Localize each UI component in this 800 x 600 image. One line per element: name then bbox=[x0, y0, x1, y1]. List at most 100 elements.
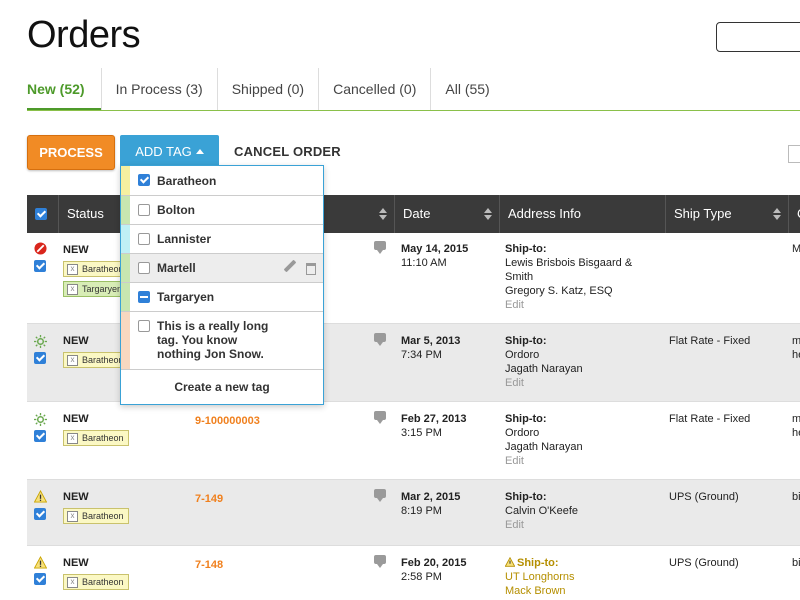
address-info: Ship-to: UT Longhorns Mack Brown bbox=[504, 556, 655, 598]
order-number-link[interactable]: 7-148 bbox=[195, 559, 223, 571]
tag-checkbox[interactable] bbox=[138, 174, 150, 186]
date-value: May 14, 2015 bbox=[401, 243, 469, 255]
address-line: Lewis Brisbois Bisgaard & bbox=[505, 257, 633, 269]
row-checkbox[interactable] bbox=[34, 430, 46, 442]
address-line: Smith bbox=[505, 271, 534, 283]
row-checkbox[interactable] bbox=[34, 508, 46, 520]
tab-shipped[interactable]: Shipped (0) bbox=[216, 68, 318, 110]
header-date[interactable]: Date bbox=[394, 195, 499, 233]
tag-checkbox[interactable] bbox=[138, 291, 150, 303]
tag-color-swatch bbox=[121, 312, 130, 369]
tag-checkbox[interactable] bbox=[138, 262, 150, 274]
ship-to-label: Ship-to: bbox=[505, 335, 547, 347]
tag-checkbox[interactable] bbox=[138, 320, 150, 332]
row-checkbox[interactable] bbox=[34, 260, 46, 272]
tag-checkbox[interactable] bbox=[138, 233, 150, 245]
tab-all[interactable]: All (55) bbox=[430, 68, 503, 110]
ship-type: UPS (Ground) bbox=[669, 491, 739, 503]
search-input[interactable] bbox=[716, 22, 800, 52]
ship-type: Flat Rate - Fixed bbox=[669, 335, 751, 347]
status-text: NEW bbox=[63, 491, 89, 503]
tag-badge[interactable]: Baratheon bbox=[63, 430, 129, 446]
tag-option-label: Lannister bbox=[157, 232, 212, 246]
table-row[interactable]: NEW Baratheon 7-149 Mar 2, 2015 8:19 PM S… bbox=[27, 480, 800, 546]
edit-address-link[interactable]: Edit bbox=[505, 518, 655, 532]
status-text: NEW bbox=[63, 413, 89, 425]
order-number-link[interactable]: 7-149 bbox=[195, 493, 223, 505]
row-checkbox[interactable] bbox=[34, 352, 46, 364]
time-value: 2:58 PM bbox=[401, 571, 442, 583]
comment-icon[interactable] bbox=[374, 241, 386, 254]
tag-option-label: Targaryen bbox=[157, 290, 215, 304]
address-line: Mack Brown bbox=[505, 585, 566, 597]
address-line: Ordoro bbox=[505, 427, 540, 439]
add-tag-button[interactable]: ADD TAG bbox=[120, 135, 219, 167]
page-icon[interactable] bbox=[788, 145, 800, 163]
tab-in-process[interactable]: In Process (3) bbox=[100, 68, 217, 110]
next-column-value: m he bbox=[792, 413, 800, 439]
tag-option-lannister[interactable]: Lannister bbox=[121, 225, 323, 254]
tag-color-swatch bbox=[121, 166, 130, 195]
tag-badge[interactable]: Baratheon bbox=[63, 261, 129, 277]
header-ship-type-label: Ship Type bbox=[674, 206, 732, 221]
cancel-order-button[interactable]: CANCEL ORDER bbox=[234, 144, 341, 159]
tag-option-long[interactable]: This is a really long tag. You know noth… bbox=[121, 312, 323, 370]
date-value: Feb 20, 2015 bbox=[401, 557, 467, 569]
edit-address-link[interactable]: Edit bbox=[505, 298, 655, 312]
header-next[interactable]: C bbox=[788, 195, 800, 233]
tab-new[interactable]: New (52) bbox=[27, 68, 101, 110]
edit-address-link[interactable]: Edit bbox=[505, 376, 655, 390]
sort-icon bbox=[379, 208, 387, 220]
header-address[interactable]: Address Info bbox=[499, 195, 665, 233]
table-row[interactable]: NEW Baratheon 7-148 Feb 20, 20152:58 PM … bbox=[27, 546, 800, 600]
tag-option-targaryen[interactable]: Targaryen bbox=[121, 283, 323, 312]
edit-address-link[interactable]: Edit bbox=[505, 454, 655, 468]
header-ship-type[interactable]: Ship Type bbox=[665, 195, 788, 233]
trash-icon[interactable] bbox=[306, 262, 316, 275]
status-text: NEW bbox=[63, 557, 89, 569]
tag-option-martell[interactable]: Martell bbox=[121, 254, 323, 283]
address-info: Ship-to: Ordoro Jagath Narayan Edit bbox=[505, 412, 655, 468]
process-button[interactable]: PROCESS bbox=[27, 135, 115, 170]
create-new-tag-button[interactable]: Create a new tag bbox=[121, 371, 323, 404]
next-column-value: M bbox=[792, 243, 800, 255]
tag-badge[interactable]: Targaryen bbox=[63, 281, 128, 297]
comment-icon[interactable] bbox=[374, 489, 386, 502]
pencil-icon[interactable] bbox=[283, 259, 297, 273]
add-tag-label: ADD TAG bbox=[135, 144, 192, 159]
sort-icon bbox=[773, 208, 781, 220]
header-address-label: Address Info bbox=[508, 206, 581, 221]
next-column-value: bi bbox=[792, 557, 800, 569]
tag-badge[interactable]: Baratheon bbox=[63, 508, 129, 524]
tag-badge[interactable]: Baratheon bbox=[63, 574, 129, 590]
page-title: Orders bbox=[27, 14, 141, 56]
select-all-cell bbox=[27, 195, 58, 233]
time-value: 7:34 PM bbox=[401, 349, 442, 361]
tag-option-bolton[interactable]: Bolton bbox=[121, 196, 323, 225]
tag-color-swatch bbox=[121, 225, 130, 253]
warning-icon bbox=[34, 490, 47, 503]
comment-icon[interactable] bbox=[374, 333, 386, 346]
comment-icon[interactable] bbox=[374, 555, 386, 568]
ship-to-label: Ship-to: bbox=[505, 413, 547, 425]
tag-color-swatch bbox=[121, 254, 130, 282]
ship-to-label: Ship-to: bbox=[505, 491, 547, 503]
next-column-value: m he bbox=[792, 335, 800, 361]
address-line: Ordoro bbox=[505, 349, 540, 361]
sun-icon bbox=[34, 335, 47, 348]
order-date: Mar 2, 2015 8:19 PM bbox=[401, 490, 460, 518]
table-row[interactable]: NEW Baratheon 9-100000003 Feb 27, 2013 3:… bbox=[27, 402, 800, 480]
row-checkbox[interactable] bbox=[34, 573, 46, 585]
tab-cancelled[interactable]: Cancelled (0) bbox=[318, 68, 430, 110]
order-date: Mar 5, 2013 7:34 PM bbox=[401, 334, 460, 362]
sort-icon bbox=[484, 208, 492, 220]
tag-actions bbox=[283, 259, 316, 275]
tag-badge[interactable]: Baratheon bbox=[63, 352, 129, 368]
select-all-checkbox[interactable] bbox=[35, 207, 47, 220]
tag-option-baratheon[interactable]: Baratheon bbox=[121, 166, 323, 196]
tag-checkbox[interactable] bbox=[138, 204, 150, 216]
comment-icon[interactable] bbox=[374, 411, 386, 424]
order-number-link[interactable]: 9-100000003 bbox=[195, 415, 260, 427]
address-info: Ship-to: Calvin O'Keefe Edit bbox=[505, 490, 655, 532]
address-info: Ship-to: Ordoro Jagath Narayan Edit bbox=[505, 334, 655, 390]
